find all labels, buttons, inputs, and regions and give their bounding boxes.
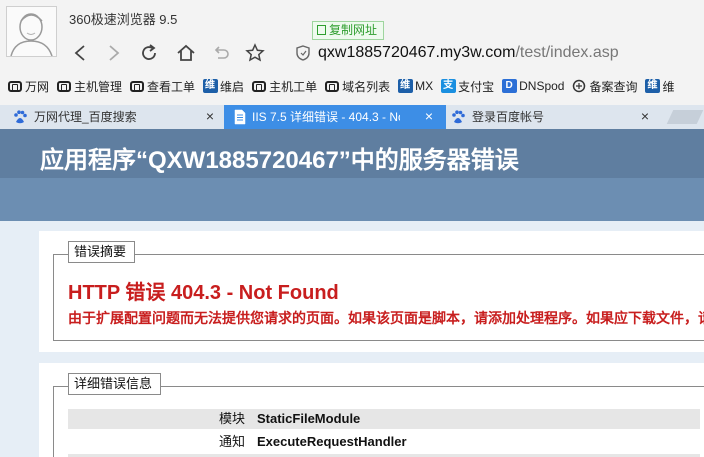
error-summary-legend: 错误摘要: [68, 241, 136, 263]
link-box-icon: [56, 79, 72, 93]
link-box-icon: [129, 79, 145, 93]
link-box-icon: [324, 79, 340, 93]
alipay-icon: 支: [440, 79, 456, 93]
refresh-icon: [142, 44, 156, 60]
copy-url-label: 复制网址: [329, 23, 378, 37]
baidu-paw-icon: [452, 110, 465, 124]
favorite-button[interactable]: [244, 42, 266, 64]
bookmark-item[interactable]: 万网: [7, 78, 49, 95]
tab-strip: 万网代理_百度搜索 × IIS 7.5 详细错误 - 404.3 - Not F…: [0, 105, 704, 129]
detail-row-notification: 通知 ExecuteRequestHandler: [68, 432, 700, 452]
url-host: qxw1885720467.my3w.com: [318, 44, 516, 61]
bookmark-item[interactable]: 维维启: [202, 78, 244, 95]
page-header: 应用程序“QXW1885720467”中的服务器错误: [0, 129, 704, 178]
tab-iis-error[interactable]: IIS 7.5 详细错误 - 404.3 - Not Found ×: [224, 105, 446, 129]
bookmark-label: DNSpod: [519, 79, 565, 93]
wei-icon: 维: [202, 79, 218, 93]
undo-icon: [214, 46, 229, 59]
page-content: 错误摘要 HTTP 错误 404.3 - Not Found 由于扩展配置问题而…: [0, 221, 704, 457]
user-avatar[interactable]: [6, 6, 57, 57]
bookmark-item[interactable]: 查看工单: [129, 78, 195, 95]
star-icon: [245, 43, 265, 62]
copy-url-button[interactable]: 复制网址: [312, 21, 385, 40]
bookmark-label: 备案查询: [589, 79, 638, 94]
bookmark-label: 万网: [25, 79, 50, 94]
detail-key: 模块: [218, 411, 245, 426]
bookmark-label: 维: [662, 79, 675, 94]
url-path: /test/index.asp: [515, 44, 619, 61]
tab-baidu-login[interactable]: 登录百度帐号 ×: [446, 105, 666, 129]
error-summary-fieldset: 错误摘要 HTTP 错误 404.3 - Not Found 由于扩展配置问题而…: [53, 241, 704, 341]
close-tab-icon[interactable]: ×: [422, 109, 436, 124]
bookmark-label: MX: [415, 79, 434, 93]
page-subheader: [0, 178, 704, 221]
error-title: HTTP 错误 404.3 - Not Found: [68, 282, 339, 304]
bookmark-item[interactable]: 主机管理: [56, 78, 122, 95]
baidu-paw-icon: [14, 110, 27, 124]
copy-icon: [317, 25, 326, 35]
close-tab-icon[interactable]: ×: [638, 109, 652, 124]
bookmark-label: 主机管理: [74, 79, 123, 94]
back-arrow-icon: [74, 45, 85, 61]
detail-row-module: 模块 StaticFileModule: [68, 409, 700, 429]
tab-label: 万网代理_百度搜索: [34, 110, 137, 124]
bookmark-label: 维启: [220, 79, 245, 94]
bookmark-item[interactable]: 维 MX: [397, 79, 433, 93]
bookmark-label: 支付宝: [458, 79, 495, 94]
page-icon: [234, 109, 246, 125]
bookmark-label: 域名列表: [342, 79, 391, 94]
detail-value: StaticFileModule: [257, 411, 361, 426]
wei-icon: 维: [644, 79, 660, 93]
error-detail-fieldset: 详细错误信息 模块 StaticFileModule 通知 ExecuteReq…: [53, 373, 704, 457]
address-bar[interactable]: qxw1885720467.my3w.com/test/index.asp: [318, 44, 619, 62]
forward-button[interactable]: [103, 42, 125, 64]
tab-label: IIS 7.5 详细错误 - 404.3 - Not Found: [252, 110, 400, 124]
error-description: 由于扩展配置问题而无法提供您请求的页面。如果该页面是脚本，请添加处理程序。如果应…: [68, 310, 704, 326]
bookmark-item[interactable]: 维维: [644, 78, 675, 95]
bookmark-item[interactable]: 支支付宝: [440, 78, 494, 95]
refresh-button[interactable]: [138, 42, 160, 64]
error-detail-legend: 详细错误信息: [68, 373, 162, 395]
back-button[interactable]: [69, 42, 91, 64]
bookmark-item[interactable]: 主机工单: [251, 78, 317, 95]
error-detail-panel: 详细错误信息 模块 StaticFileModule 通知 ExecuteReq…: [39, 363, 704, 457]
avatar-icon: [10, 13, 53, 57]
tab-label: 登录百度帐号: [472, 110, 545, 124]
bookmarks-bar: 万网 主机管理 查看工单维维启 主机工单 域名列表维 MX 支支付宝 D DNSpod 备案查询维…: [0, 74, 704, 98]
wei-icon: 维: [397, 79, 413, 93]
link-box-icon: [251, 79, 267, 93]
shield-icon[interactable]: [294, 44, 312, 62]
home-button[interactable]: [175, 42, 197, 64]
dnspod-icon: D: [501, 79, 517, 93]
home-icon: [177, 44, 195, 61]
tab-baidu-search[interactable]: 万网代理_百度搜索 ×: [0, 105, 224, 129]
detail-value: ExecuteRequestHandler: [257, 434, 407, 449]
detail-key: 通知: [218, 434, 245, 449]
error-summary-panel: 错误摘要 HTTP 错误 404.3 - Not Found 由于扩展配置问题而…: [39, 231, 704, 352]
link-box-icon: [7, 79, 23, 93]
bookmark-label: 查看工单: [147, 79, 196, 94]
bookmark-item[interactable]: D DNSpod: [501, 79, 564, 93]
close-tab-icon[interactable]: ×: [203, 109, 217, 124]
browser-chrome: 360极速浏览器 9.5 复制网址 qxw1885720467.my3w.com…: [0, 0, 704, 104]
bookmark-item[interactable]: 备案查询: [571, 78, 637, 95]
browser-name: 360极速浏览器 9.5: [69, 12, 178, 27]
beian-icon: [571, 79, 587, 93]
page-title: 应用程序“QXW1885720467”中的服务器错误: [40, 147, 519, 174]
undo-close-button[interactable]: [210, 42, 232, 64]
bookmark-item[interactable]: 域名列表: [324, 78, 390, 95]
forward-arrow-icon: [109, 45, 120, 61]
bookmark-label: 主机工单: [269, 79, 318, 94]
